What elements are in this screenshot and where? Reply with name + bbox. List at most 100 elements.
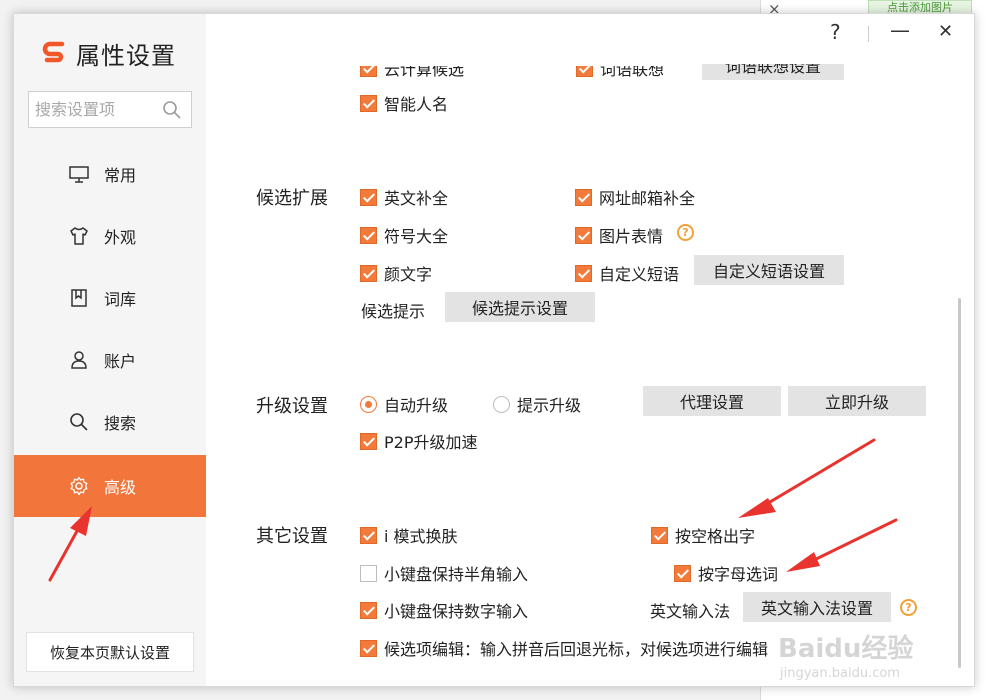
candidate-hint-label: 候选提示 (361, 302, 426, 321)
baidu-watermark: Baidu经验 jingyan.baidu.com (774, 626, 954, 686)
sidebar-item-label: 常用 (104, 166, 137, 185)
kaomoji-checkbox[interactable]: 颜文字 (360, 261, 432, 285)
word-association-settings-button[interactable]: 词语联想设置 (702, 64, 844, 80)
search-icon (70, 413, 88, 431)
checkbox-label: 按空格出字 (675, 527, 756, 546)
candidate-hint-settings-button[interactable]: 候选提示设置 (445, 292, 595, 322)
watermark-brand: Baidu经验 (778, 634, 914, 664)
sidebar-item-account[interactable]: 账户 (14, 329, 206, 391)
checkbox-box[interactable] (360, 264, 377, 282)
proxy-settings-button[interactable]: 代理设置 (643, 386, 781, 416)
checkbox-box[interactable] (651, 526, 668, 544)
checkbox-label: P2P升级加速 (384, 433, 478, 452)
custom-phrase-settings-button[interactable]: 自定义短语设置 (694, 255, 844, 285)
sidebar-item-appearance[interactable]: 外观 (14, 205, 206, 267)
prompt-upgrade-radio[interactable]: 提示升级 (493, 392, 581, 416)
sidebar-item-label: 外观 (104, 228, 137, 247)
i-mode-skin-checkbox[interactable]: i 模式换肤 (360, 523, 458, 547)
properties-window: 属性设置 常用 外观 (13, 13, 975, 687)
checkbox-box[interactable] (360, 432, 377, 450)
sidebar-item-label: 词库 (104, 290, 137, 309)
sidebar-item-advanced[interactable]: 高级 (14, 455, 206, 517)
checkbox-box[interactable] (575, 188, 592, 206)
radio-button[interactable] (360, 395, 377, 413)
symbols-checkbox[interactable]: 符号大全 (360, 223, 448, 247)
sidebar-item-label: 账户 (104, 352, 137, 371)
candidate-edit-checkbox[interactable]: 候选项编辑：输入拼音后回退光标，对候选项进行编辑 (360, 636, 768, 660)
checkbox-box[interactable] (360, 564, 377, 582)
checkbox-box[interactable] (575, 226, 592, 244)
help-icon[interactable]: ? (900, 599, 917, 616)
cloud-candidate-checkbox[interactable]: 云计算候选 (360, 60, 465, 80)
checkbox-label: 自定义短语 (599, 265, 680, 284)
content-scrollbar[interactable] (958, 298, 961, 668)
keypad-digit-checkbox[interactable]: 小键盘保持数字输入 (360, 598, 528, 622)
sidebar: 属性设置 常用 外观 (14, 14, 206, 686)
checkbox-label: 符号大全 (384, 227, 449, 246)
checkbox-label: 小键盘保持数字输入 (384, 602, 529, 621)
other-settings-label: 其它设置 (256, 526, 328, 547)
watermark-url: jingyan.baidu.com (780, 666, 900, 681)
sidebar-item-label: 高级 (104, 478, 137, 497)
upgrade-now-button[interactable]: 立即升级 (788, 386, 926, 416)
checkbox-label: 小键盘保持半角输入 (384, 565, 529, 584)
checkbox-box[interactable] (360, 601, 377, 619)
english-complete-checkbox[interactable]: 英文补全 (360, 185, 448, 209)
english-ime-settings-button[interactable]: 英文输入法设置 (743, 592, 891, 622)
checkbox-box[interactable] (360, 66, 377, 77)
keypad-half-width-checkbox[interactable]: 小键盘保持半角输入 (360, 561, 528, 585)
smart-name-checkbox[interactable]: 智能人名 (360, 91, 448, 115)
shirt-icon (70, 227, 88, 245)
restore-defaults-button[interactable]: 恢复本页默认设置 (26, 632, 194, 672)
radio-button[interactable] (493, 395, 510, 413)
settings-search-input[interactable] (29, 92, 154, 127)
upgrade-settings-label: 升级设置 (256, 396, 328, 417)
p2p-upgrade-checkbox[interactable]: P2P升级加速 (360, 429, 477, 453)
checkbox-label: 云计算候选 (384, 60, 465, 79)
checkbox-label: 网址邮箱补全 (599, 189, 696, 208)
window-title: 属性设置 (76, 42, 176, 70)
help-icon[interactable]: ? (677, 224, 694, 241)
sogou-logo-icon (42, 41, 65, 63)
minimize-button[interactable]: — (890, 18, 910, 42)
checkbox-label: 按字母选词 (698, 565, 779, 584)
checkbox-box[interactable] (576, 66, 593, 77)
url-email-complete-checkbox[interactable]: 网址邮箱补全 (575, 185, 695, 209)
close-button[interactable]: ✕ (938, 21, 953, 42)
checkbox-label: 颜文字 (384, 265, 433, 284)
english-ime-label: 英文输入法 (650, 602, 731, 621)
sidebar-item-search[interactable]: 搜索 (14, 391, 206, 453)
help-button[interactable]: ? (830, 20, 841, 44)
bookmark-icon (71, 289, 87, 307)
word-association-checkbox[interactable]: 词语联想 (576, 60, 665, 80)
checkbox-box[interactable] (360, 526, 377, 544)
checkbox-label: 智能人名 (384, 95, 449, 114)
controls-divider (868, 26, 869, 42)
search-icon[interactable] (162, 100, 182, 120)
checkbox-label: 词语联想 (600, 60, 665, 79)
image-emoji-checkbox[interactable]: 图片表情 (575, 223, 663, 247)
checkbox-label: 图片表情 (599, 227, 664, 246)
auto-upgrade-radio[interactable]: 自动升级 (360, 392, 448, 416)
letter-select-checkbox[interactable]: 按字母选词 (674, 561, 778, 585)
candidate-extension-label: 候选扩展 (256, 188, 328, 209)
checkbox-box[interactable] (360, 226, 377, 244)
radio-label: 自动升级 (384, 396, 449, 415)
gear-icon (70, 476, 88, 496)
space-output-checkbox[interactable]: 按空格出字 (651, 523, 755, 547)
sidebar-item-dictionary[interactable]: 词库 (14, 267, 206, 329)
sidebar-item-general[interactable]: 常用 (14, 143, 206, 205)
user-icon (71, 351, 87, 369)
checkbox-label: 候选项编辑：输入拼音后回退光标，对候选项进行编辑 (384, 640, 769, 659)
monitor-icon (69, 166, 89, 183)
checkbox-box[interactable] (575, 264, 592, 282)
checkbox-label: i 模式换肤 (384, 527, 458, 546)
custom-phrase-checkbox[interactable]: 自定义短语 (575, 261, 679, 285)
checkbox-box[interactable] (674, 564, 691, 582)
sidebar-item-label: 搜索 (104, 414, 137, 433)
radio-label: 提示升级 (517, 396, 582, 415)
settings-search-box[interactable] (28, 91, 192, 128)
checkbox-box[interactable] (360, 188, 377, 206)
checkbox-box[interactable] (360, 639, 377, 657)
checkbox-box[interactable] (360, 94, 377, 112)
